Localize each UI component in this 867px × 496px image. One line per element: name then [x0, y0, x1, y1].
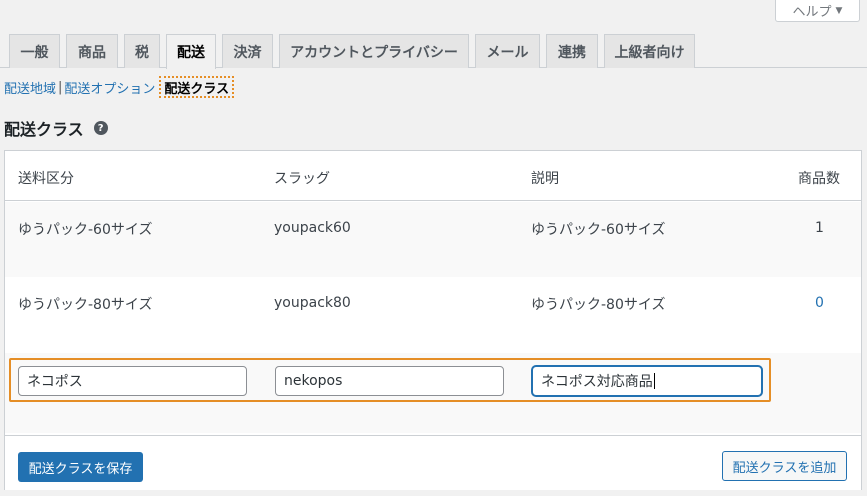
help-tip-icon[interactable]: ?	[93, 121, 108, 135]
row-description: ゆうパック-60サイズ	[531, 222, 666, 238]
tab-accounts-privacy[interactable]: アカウントとプライバシー	[279, 34, 469, 68]
row-slug: youpack80	[274, 295, 351, 311]
page-title-text: 配送クラス	[4, 120, 84, 139]
tab-integration[interactable]: 連携	[546, 34, 598, 68]
table-header: 送料区分 スラッグ 説明 商品数	[5, 151, 861, 201]
add-shipping-class-button[interactable]: 配送クラスを追加	[722, 451, 847, 481]
settings-tabs: 一般 商品 税 配送 決済 アカウントとプライバシー メール 連携 上級者向け	[0, 34, 867, 69]
header-name: 送料区分	[18, 171, 74, 187]
subnav-separator: |	[58, 79, 63, 95]
table-footer: 配送クラスを保存 配送クラスを追加	[5, 435, 861, 490]
shipping-subnav: 配送地域 | 配送オプション 配送クラス	[4, 76, 235, 98]
tab-payments[interactable]: 決済	[222, 34, 273, 68]
header-slug: スラッグ	[274, 171, 330, 187]
tab-general[interactable]: 一般	[9, 34, 60, 68]
row-name: ゆうパック-80サイズ	[18, 297, 153, 313]
subnav-shipping-options[interactable]: 配送オプション	[64, 78, 155, 97]
row-count: 1	[815, 220, 824, 236]
header-count: 商品数	[798, 171, 840, 187]
table-row[interactable]: ゆうパック-80サイズ youpack80 ゆうパック-80サイズ 0	[5, 277, 861, 353]
tab-tax[interactable]: 税	[124, 34, 160, 68]
subnav-shipping-zones[interactable]: 配送地域	[4, 78, 56, 97]
page-title: 配送クラス ?	[4, 116, 108, 140]
row-description: ゆうパック-80サイズ	[531, 297, 666, 313]
table-row[interactable]: ゆうパック-60サイズ youpack60 ゆうパック-60サイズ 1	[5, 202, 861, 277]
tab-advanced[interactable]: 上級者向け	[604, 34, 695, 68]
tab-shipping[interactable]: 配送	[166, 34, 216, 69]
shipping-classes-table: 送料区分 スラッグ 説明 商品数 ゆうパック-60サイズ youpack60 ゆ…	[4, 150, 862, 490]
help-label: ヘルプ	[792, 5, 832, 20]
row-count-link[interactable]: 0	[815, 295, 824, 311]
header-description: 説明	[531, 171, 559, 187]
subnav-shipping-classes[interactable]: 配送クラス	[159, 76, 235, 98]
help-button[interactable]: ヘルプ ▼	[775, 0, 860, 22]
save-shipping-classes-button[interactable]: 配送クラスを保存	[18, 452, 143, 482]
highlight-box	[9, 358, 771, 402]
tab-products[interactable]: 商品	[66, 34, 118, 68]
row-name: ゆうパック-60サイズ	[18, 222, 153, 238]
caret-down-icon: ▼	[835, 5, 843, 16]
tab-emails[interactable]: メール	[475, 34, 540, 68]
row-slug: youpack60	[274, 220, 351, 236]
